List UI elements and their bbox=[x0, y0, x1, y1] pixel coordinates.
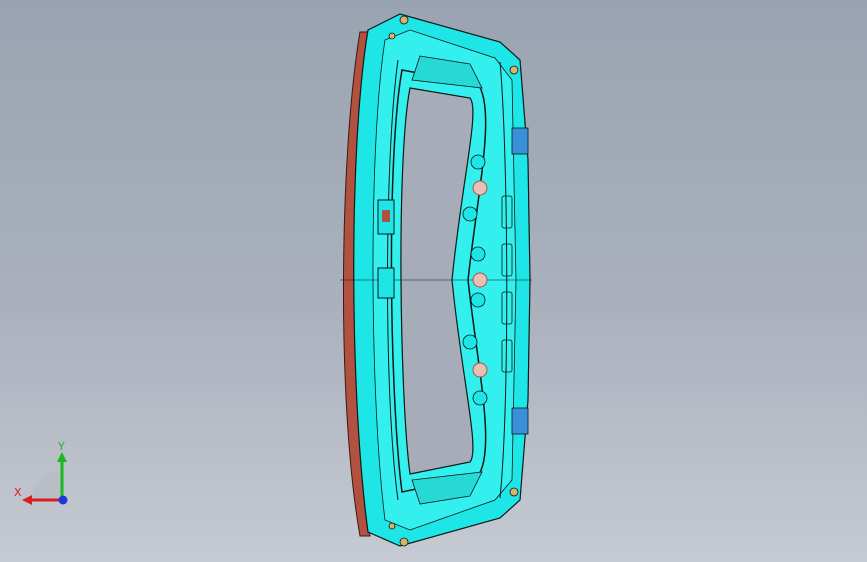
coordinate-triad: Y X bbox=[14, 440, 68, 505]
z-axis-dot bbox=[58, 495, 68, 505]
triad-plane bbox=[32, 470, 62, 500]
upper-hinge-bracket bbox=[511, 127, 529, 155]
clamp-pad bbox=[382, 210, 390, 222]
cad-model-door-frame[interactable] bbox=[0, 0, 867, 562]
x-axis-label: X bbox=[14, 486, 22, 499]
lower-rail-clamp bbox=[377, 267, 395, 299]
graphics-viewport[interactable]: Y X bbox=[0, 0, 867, 562]
lower-hinge-bracket bbox=[511, 407, 529, 435]
x-axis-arrow bbox=[22, 495, 32, 505]
y-axis-label: Y bbox=[57, 440, 65, 453]
y-axis-arrow bbox=[57, 452, 67, 462]
